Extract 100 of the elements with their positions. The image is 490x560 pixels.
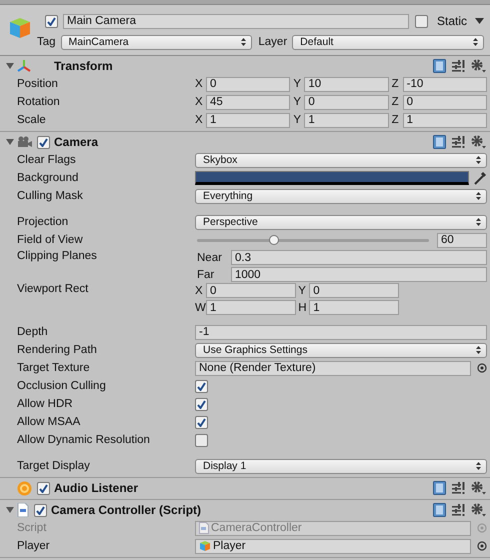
up-down-arrows-icon <box>476 218 481 226</box>
settings-icon[interactable] <box>471 59 486 73</box>
camera-icon <box>17 136 32 148</box>
caret-icon[interactable] <box>475 18 484 24</box>
component-title: Transform <box>54 59 114 73</box>
property-label: Clipping Planes <box>17 250 98 262</box>
object-field[interactable]: Player <box>195 538 471 554</box>
settings-icon[interactable] <box>471 503 486 517</box>
property-label: Rendering Path <box>17 344 98 356</box>
script-file-icon <box>199 522 209 534</box>
dropdown[interactable]: Skybox <box>195 152 487 168</box>
preset-sliders-icon[interactable] <box>452 504 465 516</box>
up-down-arrows-icon <box>476 346 481 354</box>
static-checkbox[interactable] <box>414 14 428 28</box>
property-label: Background <box>17 172 80 184</box>
axis-label: W <box>195 302 206 314</box>
axis-label: X <box>195 96 204 108</box>
property-label: Occlusion Culling <box>17 380 107 392</box>
component-title: Audio Listener <box>54 481 140 495</box>
dropdown[interactable]: Perspective <box>195 214 487 230</box>
axis-label: X <box>195 114 204 126</box>
property-label: Allow Dynamic Resolution <box>17 434 151 446</box>
layer-label: Layer <box>258 36 288 48</box>
number-field[interactable]: 1 <box>206 112 290 128</box>
help-icon[interactable] <box>433 59 446 73</box>
property-label: Culling Mask <box>17 190 84 202</box>
checkbox[interactable] <box>195 380 208 392</box>
property-label: Projection <box>17 216 70 228</box>
number-field[interactable]: 1000 <box>231 267 487 282</box>
axis-label: Y <box>293 78 302 90</box>
checkbox[interactable] <box>195 398 208 410</box>
enabled-checkbox[interactable] <box>34 504 47 516</box>
number-field[interactable]: 1 <box>304 112 389 128</box>
axis-label: Z <box>392 114 400 126</box>
settings-icon[interactable] <box>471 481 486 495</box>
slider-thumb[interactable] <box>268 234 279 244</box>
axis-label: Z <box>392 78 400 90</box>
up-down-arrows-icon <box>476 192 481 200</box>
number-field[interactable]: -1 <box>195 324 487 340</box>
speaker-icon <box>17 480 32 496</box>
help-icon[interactable] <box>433 135 446 149</box>
number-field[interactable]: 60 <box>437 232 487 248</box>
number-field[interactable]: 0 <box>304 94 389 110</box>
checkbox[interactable] <box>195 416 208 428</box>
number-field[interactable]: 10 <box>304 76 389 92</box>
property-label: Target Display <box>17 460 91 472</box>
axis-label: X <box>195 284 204 296</box>
property-label: Position <box>17 78 59 90</box>
number-field[interactable]: 45 <box>206 94 290 110</box>
number-field[interactable]: 0 <box>309 283 400 298</box>
active-checkbox[interactable] <box>45 14 58 28</box>
number-field[interactable]: 1 <box>309 300 400 315</box>
number-field[interactable]: 0.3 <box>231 250 487 265</box>
preset-sliders-icon[interactable] <box>452 482 465 494</box>
axes-icon <box>17 59 31 73</box>
object-picker-icon[interactable] <box>477 363 487 373</box>
enabled-checkbox[interactable] <box>37 482 50 494</box>
property-label: Scale <box>17 114 47 126</box>
number-field[interactable]: 1 <box>206 300 296 315</box>
up-down-arrows-icon <box>476 156 481 164</box>
name-field[interactable]: Main Camera <box>63 14 409 28</box>
number-field[interactable]: 0 <box>206 76 290 92</box>
dropdown[interactable]: Everything <box>195 188 487 204</box>
number-field[interactable]: 0 <box>206 283 296 298</box>
number-field[interactable]: -10 <box>402 76 487 92</box>
number-field[interactable]: 0 <box>402 94 487 110</box>
axis-label: H <box>298 302 308 314</box>
property-label: Allow MSAA <box>17 416 82 428</box>
foldout-arrow-icon[interactable] <box>6 506 14 514</box>
script-file-icon <box>17 503 29 517</box>
number-field[interactable]: 1 <box>402 112 487 128</box>
color-swatch[interactable] <box>195 171 469 185</box>
dropdown[interactable]: Use Graphics Settings <box>195 342 487 358</box>
field-label: Far <box>196 268 216 280</box>
dropdown[interactable]: Display 1 <box>195 458 487 474</box>
preset-sliders-icon[interactable] <box>452 60 465 72</box>
property-label: Allow HDR <box>17 398 74 410</box>
preset-sliders-icon[interactable] <box>452 136 465 148</box>
enabled-checkbox[interactable] <box>37 136 50 148</box>
property-label: Script <box>17 522 48 534</box>
settings-icon[interactable] <box>471 135 486 149</box>
property-label: Depth <box>17 326 49 338</box>
tag-dropdown[interactable]: MainCamera <box>60 34 252 50</box>
property-label: Rotation <box>17 96 61 108</box>
checkbox[interactable] <box>195 434 208 446</box>
help-icon[interactable] <box>433 481 446 495</box>
object-field[interactable]: None (Render Texture) <box>195 360 471 376</box>
foldout-arrow-icon[interactable] <box>6 62 14 70</box>
component-title: Camera Controller (Script) <box>51 503 202 517</box>
axis-label: Y <box>298 284 307 296</box>
cube-icon <box>8 16 32 40</box>
property-label: Viewport Rect <box>17 283 90 295</box>
property-label: Target Texture <box>17 362 91 374</box>
layer-dropdown[interactable]: Default <box>292 34 484 50</box>
up-down-arrows-icon <box>241 38 246 46</box>
foldout-arrow-icon[interactable] <box>6 138 14 146</box>
property-label: Player <box>17 540 51 552</box>
component-title: Camera <box>54 135 100 149</box>
eyedropper-icon[interactable] <box>473 170 487 186</box>
help-icon[interactable] <box>433 503 446 517</box>
